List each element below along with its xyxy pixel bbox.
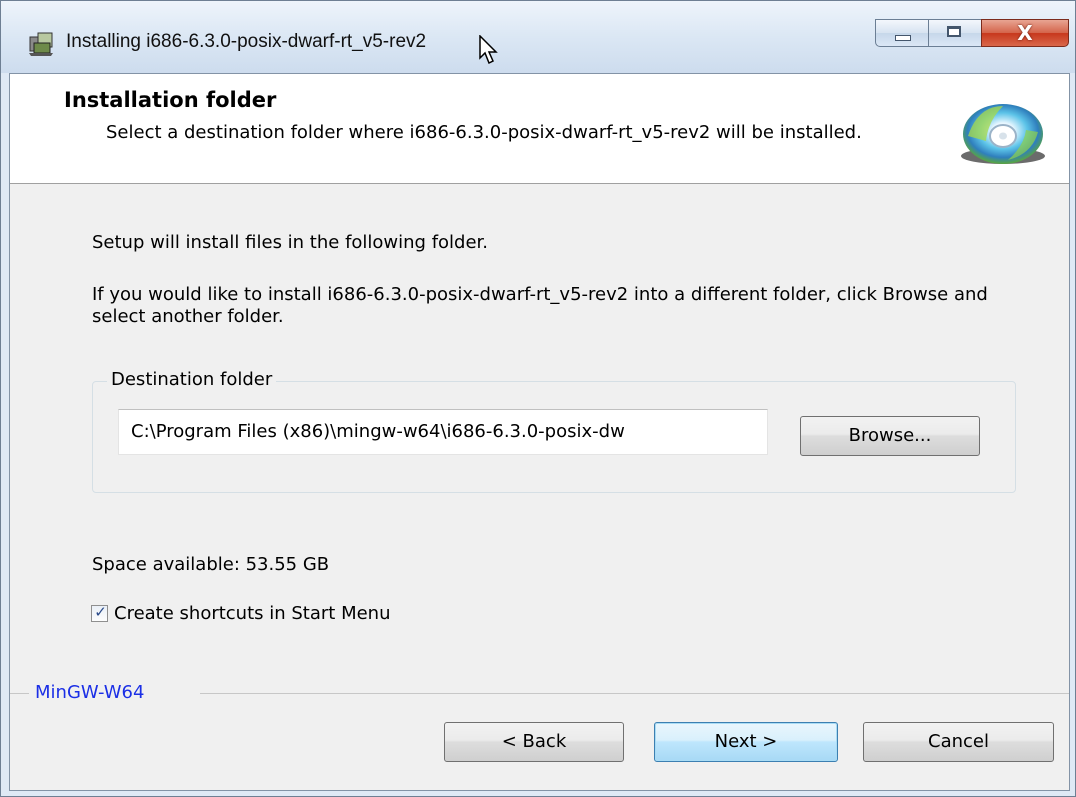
- maximize-button[interactable]: [928, 19, 982, 47]
- close-button[interactable]: X: [981, 19, 1069, 47]
- destination-folder-group: Destination folder C:\Program Files (x86…: [92, 369, 1016, 493]
- space-available-text: Space available: 53.55 GB: [92, 554, 330, 575]
- page-header: Installation folder Select a destination…: [10, 74, 1069, 184]
- destination-folder-label: Destination folder: [107, 369, 277, 390]
- dialog-client-area: Installation folder Select a destination…: [9, 73, 1070, 791]
- brand-label: MinGW-W64: [29, 682, 151, 703]
- footer-divider-right: [200, 693, 1069, 694]
- browse-button[interactable]: Browse...: [800, 416, 980, 456]
- minimize-button[interactable]: [875, 19, 929, 47]
- minimize-icon: [895, 35, 911, 41]
- instructions-text: If you would like to install i686-6.3.0-…: [92, 284, 988, 327]
- create-shortcuts-checkbox[interactable]: ✓: [91, 603, 108, 622]
- create-shortcuts-label[interactable]: Create shortcuts in Start Menu: [114, 603, 391, 625]
- page-title: Installation folder: [64, 88, 277, 112]
- checkmark-icon: ✓: [94, 603, 107, 621]
- intro-text: Setup will install files in the followin…: [92, 232, 489, 253]
- maximize-icon: [947, 26, 961, 37]
- back-button[interactable]: < Back: [444, 722, 624, 762]
- title-bar[interactable]: Installing i686-6.3.0-posix-dwarf-rt_v5-…: [1, 1, 1075, 73]
- window-title: Installing i686-6.3.0-posix-dwarf-rt_v5-…: [66, 31, 427, 52]
- installer-window: Installing i686-6.3.0-posix-dwarf-rt_v5-…: [0, 0, 1076, 797]
- close-icon: X: [1017, 21, 1033, 45]
- caption-buttons: X: [875, 19, 1069, 49]
- next-button[interactable]: Next >: [654, 722, 838, 762]
- cancel-button[interactable]: Cancel: [863, 722, 1054, 762]
- destination-path-input[interactable]: C:\Program Files (x86)\mingw-w64\i686-6.…: [118, 409, 768, 455]
- cd-icon: [961, 104, 1045, 164]
- page-subtitle: Select a destination folder where i686-6…: [106, 122, 862, 143]
- mouse-cursor-icon: [479, 35, 498, 65]
- installer-app-icon: [29, 32, 53, 56]
